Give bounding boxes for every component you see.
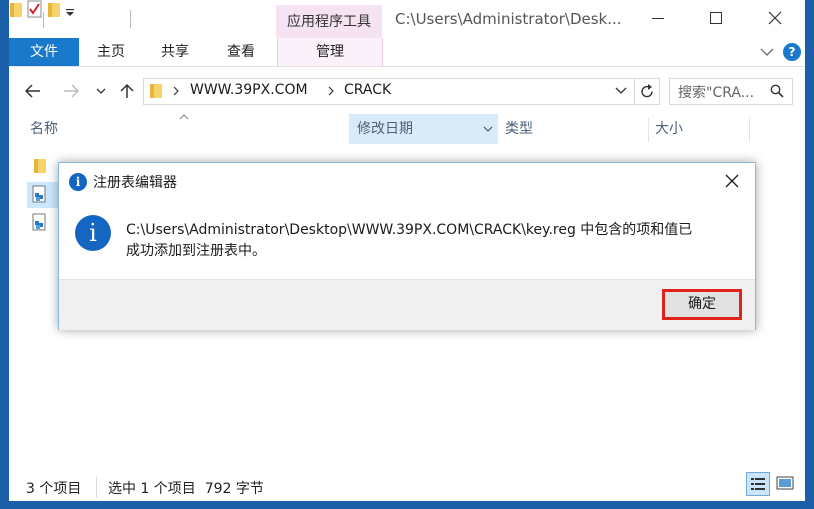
registry-editor-dialog: i 注册表编辑器 i C:\Users\Administrator\Deskto…	[58, 162, 756, 330]
search-placeholder: 搜索"CRA...	[678, 85, 755, 101]
tab-file[interactable]: 文件	[9, 38, 79, 66]
info-icon: i	[75, 215, 111, 251]
qat-divider	[130, 10, 131, 28]
dialog-body: i C:\Users\Administrator\Desktop\WWW.39P…	[59, 199, 755, 277]
registry-file-icon[interactable]	[31, 213, 47, 231]
tab-share[interactable]: 共享	[147, 38, 203, 66]
registry-file-icon[interactable]	[31, 185, 47, 203]
dialog-message-line: 成功添加到注册表中。	[126, 243, 266, 259]
address-bar-row: WWW.39PX.COM CRACK 搜索"CRA...	[9, 74, 805, 108]
properties-icon[interactable]	[27, 0, 43, 18]
tab-manage[interactable]: 管理	[277, 38, 383, 66]
maximize-icon[interactable]	[706, 8, 726, 28]
watermark: 39PX.COM	[31, 448, 250, 489]
help-icon[interactable]: ?	[783, 43, 801, 61]
chevron-right-icon[interactable]	[172, 86, 180, 96]
column-type-header[interactable]: 类型	[497, 114, 645, 144]
up-icon[interactable]	[120, 83, 134, 99]
refresh-icon[interactable]	[639, 83, 656, 100]
address-field[interactable]: WWW.39PX.COM CRACK	[143, 78, 660, 105]
search-input[interactable]: 搜索"CRA...	[669, 78, 793, 105]
chevron-down-icon	[483, 126, 493, 132]
address-dropdown-icon[interactable]	[615, 87, 627, 95]
folder-icon	[10, 3, 22, 17]
large-icons-view-button[interactable]	[774, 472, 796, 494]
chevron-right-icon[interactable]	[327, 86, 335, 96]
new-folder-icon[interactable]	[47, 2, 61, 18]
column-date-header[interactable]: 修改日期	[349, 114, 484, 144]
search-icon[interactable]	[770, 84, 784, 98]
close-icon[interactable]	[765, 8, 785, 28]
recent-locations-icon[interactable]	[96, 88, 106, 96]
dialog-footer: 确定	[59, 279, 755, 330]
dialog-title-bar: i 注册表编辑器	[59, 163, 755, 199]
column-headers: 名称 修改日期 类型 大小	[9, 114, 805, 144]
folder-icon	[150, 84, 162, 98]
breadcrumb-item[interactable]: CRACK	[344, 82, 391, 98]
tab-home[interactable]: 主页	[83, 38, 139, 66]
qat-divider	[43, 12, 44, 28]
breadcrumb-item[interactable]: WWW.39PX.COM	[190, 82, 308, 98]
dialog-message: C:\Users\Administrator\Desktop\WWW.39PX.…	[126, 220, 746, 262]
ribbon-expand-icon[interactable]	[760, 47, 774, 57]
minimize-icon[interactable]	[648, 8, 668, 28]
window-title: C:\Users\Administrator\Desk...	[395, 10, 622, 28]
dialog-message-line: C:\Users\Administrator\Desktop\WWW.39PX.…	[126, 222, 693, 238]
customize-qat-icon[interactable]	[65, 8, 75, 18]
details-view-button[interactable]	[746, 472, 770, 496]
ok-button[interactable]: 确定	[663, 290, 741, 319]
close-icon[interactable]	[725, 174, 739, 188]
back-icon[interactable]	[25, 84, 41, 98]
info-icon: i	[69, 173, 87, 191]
details-view-icon	[751, 478, 765, 490]
title-bar: 应用程序工具 C:\Users\Administrator\Desk...	[9, 0, 805, 38]
ribbon: 文件 主页 共享 查看 管理 ?	[9, 38, 805, 67]
column-size-header[interactable]: 大小	[647, 114, 755, 144]
sort-ascending-icon	[179, 114, 189, 120]
forward-icon[interactable]	[63, 84, 79, 98]
folder-icon[interactable]	[33, 158, 47, 174]
dialog-title: 注册表编辑器	[93, 175, 177, 191]
column-dropdown[interactable]	[478, 114, 498, 144]
app-tools-tab-header: 应用程序工具	[276, 5, 382, 38]
tab-view[interactable]: 查看	[213, 38, 269, 66]
large-icons-view-icon	[776, 476, 794, 490]
